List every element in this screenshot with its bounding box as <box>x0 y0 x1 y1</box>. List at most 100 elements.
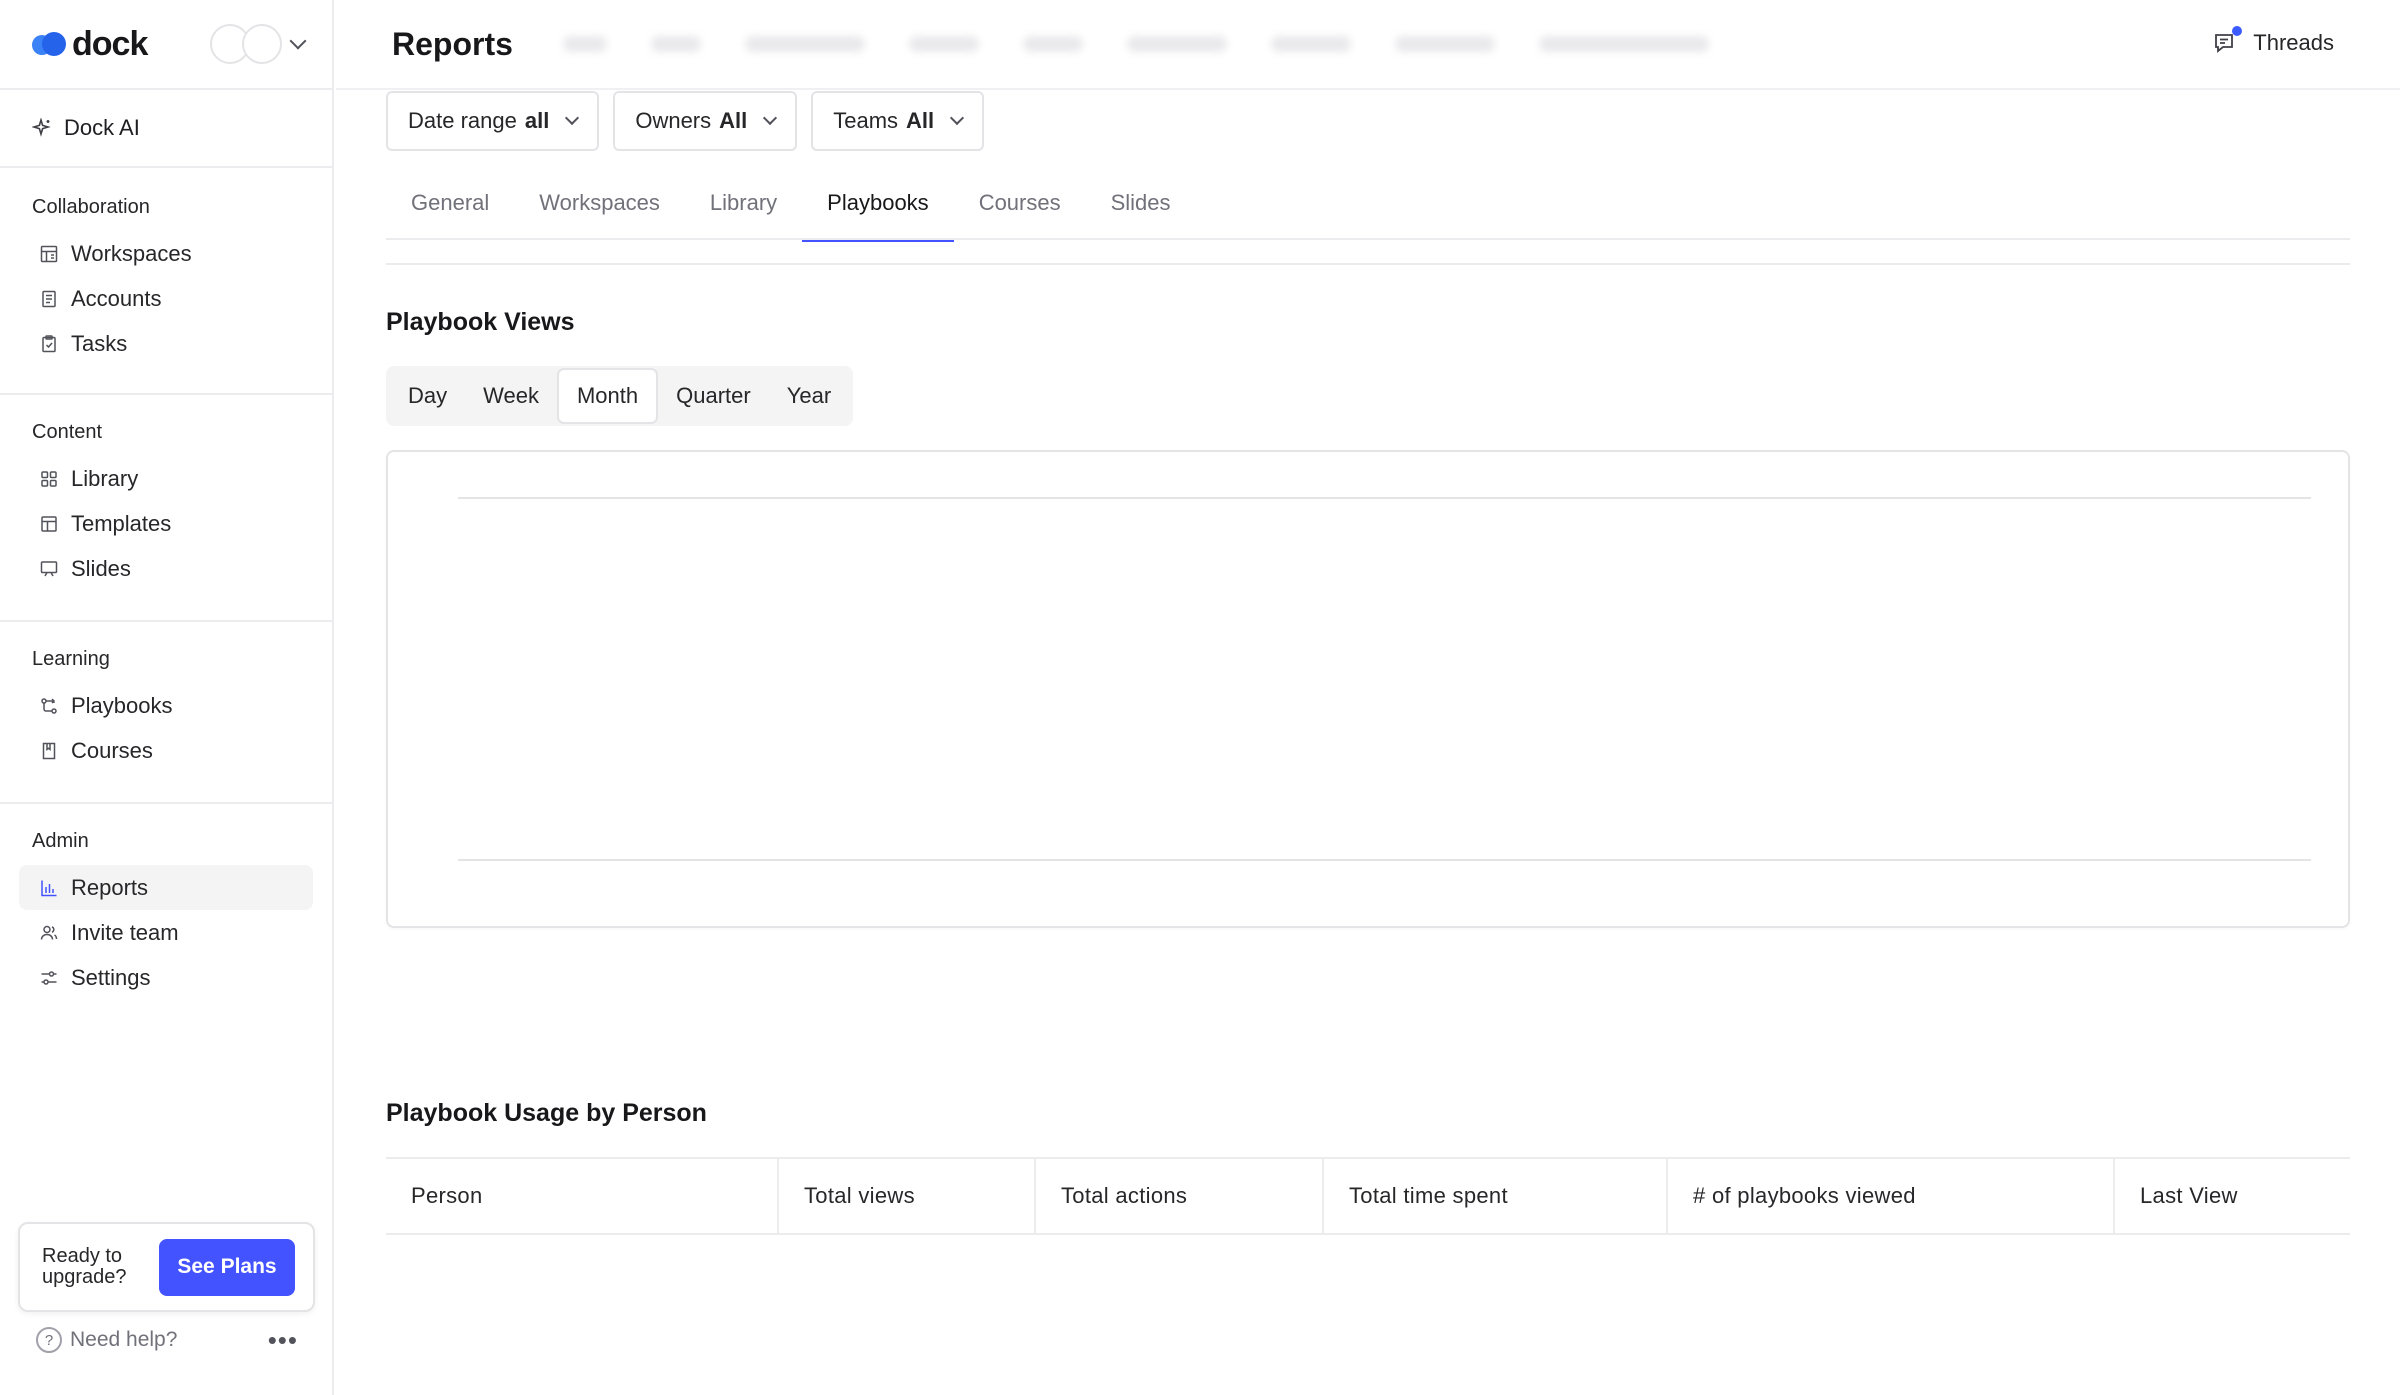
usage-table-header: Person Total views Total actions Total t… <box>386 1157 2350 1235</box>
help-icon[interactable]: ? <box>36 1327 62 1353</box>
filter-label: Teams <box>833 108 899 133</box>
sidebar: dock Dock AI Collaboration Workspaces Ac… <box>0 0 334 1395</box>
filter-value: all <box>524 108 550 133</box>
sidebar-item-label: Slides <box>71 555 131 581</box>
tab-slides[interactable]: Slides <box>1086 169 1196 236</box>
sidebar-item-library[interactable]: Library <box>19 456 313 501</box>
sidebar-item-slides[interactable]: Slides <box>19 546 313 591</box>
playbook-icon <box>39 696 59 716</box>
filter-value: All <box>906 108 935 133</box>
owners-filter[interactable]: Owners All <box>613 91 798 151</box>
section-title: Learning <box>32 648 110 670</box>
filter-label: Owners <box>635 108 712 133</box>
sidebar-item-label: Accounts <box>71 285 162 311</box>
more-options-icon[interactable]: ••• <box>268 1327 298 1353</box>
blurred-header-tabs <box>562 36 1709 52</box>
workspace-avatars <box>210 24 282 64</box>
topbar: Reports Threads <box>336 0 2400 90</box>
tab-general[interactable]: General <box>386 169 514 236</box>
sidebar-item-label: Invite team <box>71 919 179 945</box>
threads-button[interactable]: Threads <box>2213 26 2334 56</box>
playbook-views-title: Playbook Views <box>386 308 575 336</box>
sidebar-item-tasks[interactable]: Tasks <box>19 321 313 366</box>
section-collaboration: Collaboration Workspaces Accounts Tasks <box>0 168 332 395</box>
tab-courses[interactable]: Courses <box>954 169 1086 236</box>
column-last-view[interactable]: Last View <box>2115 1159 2350 1233</box>
grid-icon <box>39 469 59 489</box>
brand-name: dock <box>72 24 148 63</box>
period-month[interactable]: Month <box>556 368 659 424</box>
workspace-switcher[interactable] <box>210 24 307 64</box>
logo-row: dock <box>0 0 332 90</box>
period-year[interactable]: Year <box>769 368 849 424</box>
sidebar-item-invite-team[interactable]: Invite team <box>19 910 313 955</box>
column-total-actions[interactable]: Total actions <box>1036 1159 1324 1233</box>
sidebar-item-label: Settings <box>71 964 151 990</box>
workspace-icon <box>39 244 59 264</box>
period-selector: Day Week Month Quarter Year <box>386 366 854 426</box>
dock-ai-button[interactable]: Dock AI <box>0 90 332 168</box>
users-icon <box>39 923 59 943</box>
sidebar-item-label: Reports <box>71 874 149 900</box>
page-title: Reports <box>392 25 513 62</box>
sidebar-item-courses[interactable]: Courses <box>19 728 313 773</box>
template-icon <box>39 514 59 534</box>
sidebar-item-label: Tasks <box>71 330 128 356</box>
filter-bar: Date range all Owners All Teams All <box>386 91 985 151</box>
column-total-time-spent[interactable]: Total time spent <box>1324 1159 1668 1233</box>
sidebar-item-playbooks[interactable]: Playbooks <box>19 683 313 728</box>
section-divider <box>386 263 2350 265</box>
chevron-down-icon <box>763 110 778 126</box>
chart-canvas <box>458 497 2311 861</box>
dock-logo-icon <box>32 32 66 56</box>
threads-label: Threads <box>2253 30 2334 55</box>
sidebar-item-label: Playbooks <box>71 692 173 718</box>
sidebar-item-templates[interactable]: Templates <box>19 501 313 546</box>
sidebar-item-label: Templates <box>71 510 172 536</box>
tab-library[interactable]: Library <box>685 169 802 236</box>
sidebar-item-workspaces[interactable]: Workspaces <box>19 231 313 276</box>
upgrade-text: Ready to upgrade? <box>42 1245 127 1288</box>
filter-value: All <box>719 108 748 133</box>
date-range-filter[interactable]: Date range all <box>386 91 600 151</box>
sparkle-icon <box>32 118 52 138</box>
section-title: Content <box>32 421 103 443</box>
section-title: Collaboration <box>32 196 150 218</box>
need-help-link[interactable]: Need help? <box>70 1328 177 1352</box>
tab-workspaces[interactable]: Workspaces <box>514 169 685 236</box>
chevron-down-icon <box>289 32 307 50</box>
playbook-views-chart <box>386 450 2350 928</box>
sidebar-item-label: Library <box>71 465 139 491</box>
upgrade-card: Ready to upgrade? See Plans <box>18 1222 315 1312</box>
sliders-icon <box>39 968 59 988</box>
section-admin: Admin Reports Invite team Settings <box>0 804 332 1024</box>
sidebar-item-label: Courses <box>71 737 153 763</box>
column-playbooks-viewed[interactable]: # of playbooks viewed <box>1668 1159 2115 1233</box>
clipboard-icon <box>39 334 59 354</box>
filter-label: Date range <box>408 108 517 133</box>
help-row: ? Need help? ••• <box>36 1327 298 1353</box>
dock-ai-label: Dock AI <box>64 115 140 140</box>
column-total-views[interactable]: Total views <box>779 1159 1036 1233</box>
tab-playbooks[interactable]: Playbooks <box>802 169 954 242</box>
presentation-icon <box>39 559 59 579</box>
column-person[interactable]: Person <box>386 1159 779 1233</box>
chevron-down-icon <box>950 110 965 126</box>
chat-icon <box>2213 26 2243 56</box>
sidebar-item-reports[interactable]: Reports <box>19 865 313 910</box>
period-quarter[interactable]: Quarter <box>658 368 769 424</box>
bar-chart-icon <box>39 878 59 898</box>
see-plans-button[interactable]: See Plans <box>159 1238 295 1296</box>
teams-filter[interactable]: Teams All <box>811 91 985 151</box>
sidebar-item-settings[interactable]: Settings <box>19 955 313 1000</box>
period-day[interactable]: Day <box>390 368 465 424</box>
report-tabs: General Workspaces Library Playbooks Cou… <box>386 173 2350 242</box>
sidebar-item-accounts[interactable]: Accounts <box>19 276 313 321</box>
usage-table-title: Playbook Usage by Person <box>386 1099 707 1127</box>
section-content: Content Library Templates Slides <box>0 395 332 622</box>
chevron-down-icon <box>565 110 580 126</box>
accounts-icon <box>39 289 59 309</box>
section-learning: Learning Playbooks Courses <box>0 622 332 804</box>
period-week[interactable]: Week <box>465 368 557 424</box>
book-icon <box>39 741 59 761</box>
